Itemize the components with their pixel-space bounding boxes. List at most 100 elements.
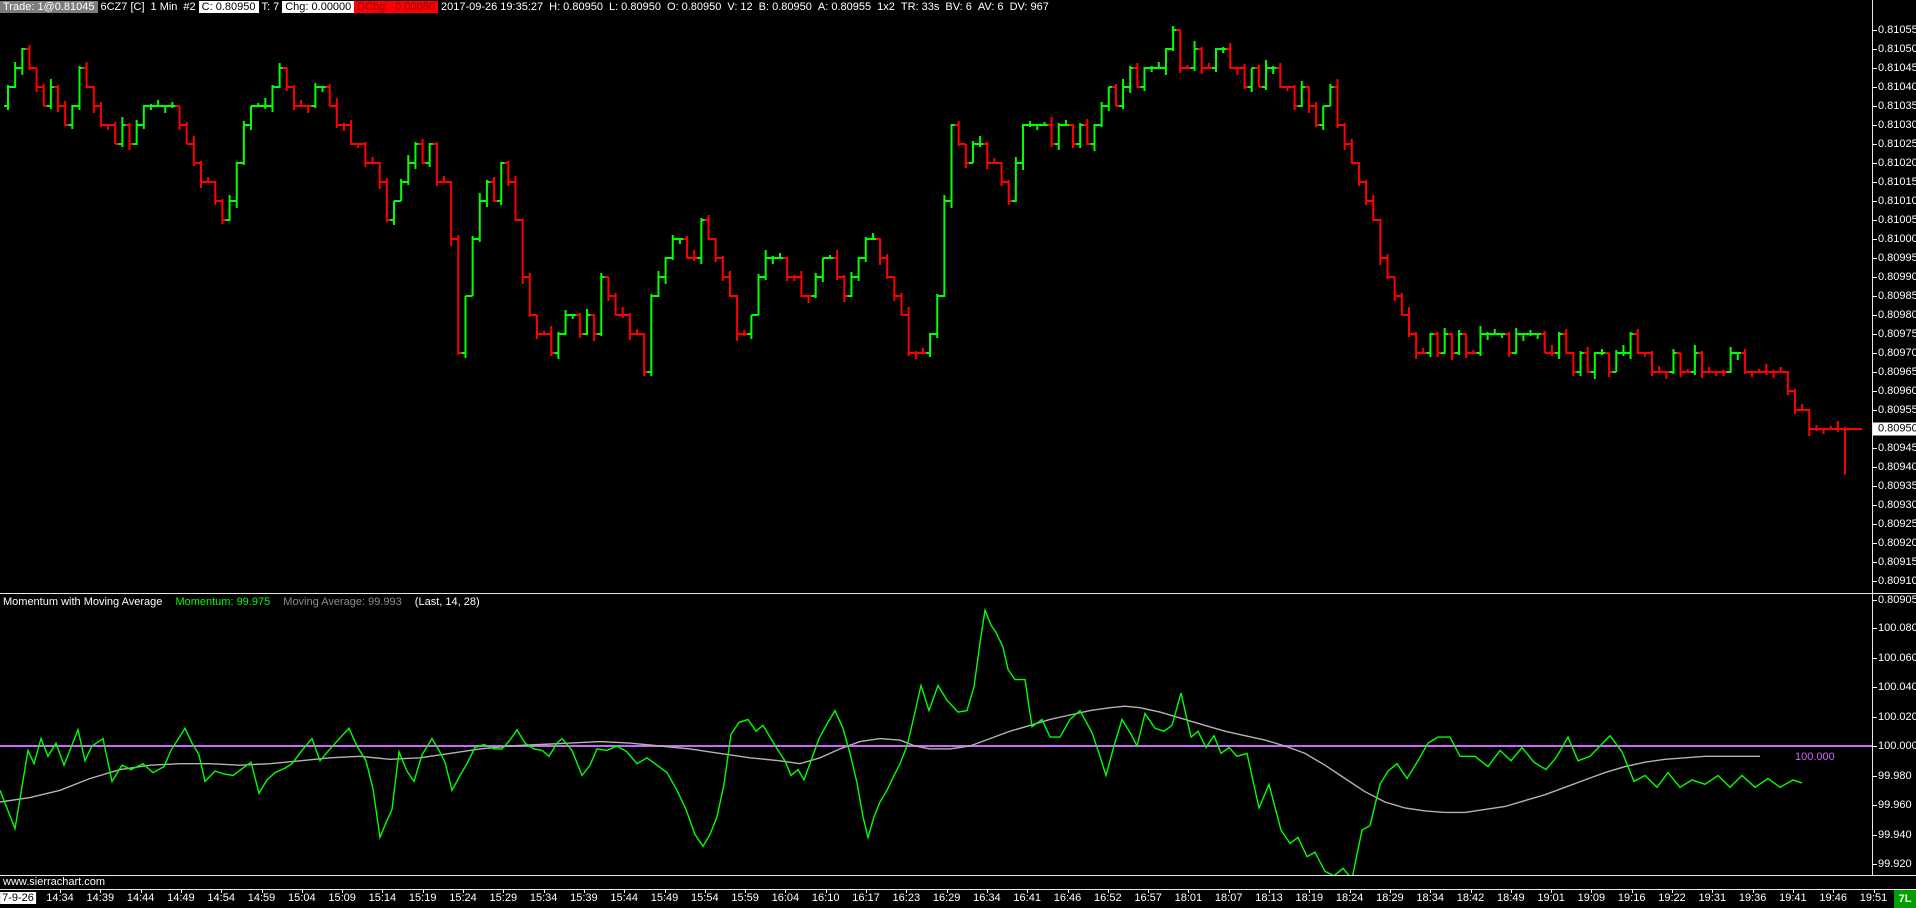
time-axis-tick (463, 890, 464, 893)
time-axis-tick (745, 890, 747, 893)
price-axis-label: 0.80945 (1878, 442, 1916, 454)
price-axis-label: 0.80975 (1878, 328, 1916, 340)
footer-divider (0, 875, 1916, 876)
time-axis-label: 18:29 (1376, 892, 1404, 904)
price-axis-label: 0.80970 (1878, 347, 1916, 359)
price-axis-tick (1873, 486, 1877, 487)
study-params: (Last, 14, 28) (414, 596, 480, 608)
time-axis-label: 15:34 (529, 892, 558, 904)
ask-value: A: 0.80955 (817, 0, 872, 13)
time-axis-label: 19:01 (1537, 892, 1565, 904)
momentum-axis-tick (1873, 864, 1877, 865)
time-axis-label: 14:54 (207, 892, 235, 904)
time-axis-label: 19:41 (1779, 892, 1807, 904)
time-axis-label: 14:49 (167, 892, 195, 904)
time-axis-tick (785, 890, 787, 893)
time-axis-tick (704, 890, 706, 893)
high-value: H: 0.80950 (549, 0, 603, 13)
time-axis-label: 19:46 (1819, 892, 1847, 904)
ask-vol-value: AV: 6 (977, 0, 1004, 13)
time-axis-tick (664, 890, 666, 893)
time-axis-label: 18:49 (1497, 892, 1525, 904)
momentum-axis-label: 99.960 (1878, 799, 1912, 811)
time-axis-tick (1631, 890, 1633, 893)
dchg-value: DChg: -0.00080 (354, 0, 438, 13)
time-axis-label: 15:29 (489, 892, 518, 904)
time-axis-label: 15:39 (570, 892, 598, 904)
time-axis-tick (1792, 890, 1794, 893)
time-axis-tick (503, 890, 505, 893)
time-axis-label: 18:24 (1335, 892, 1364, 904)
open-value: O: 0.80950 (666, 0, 722, 13)
price-chart-region[interactable] (0, 12, 1872, 593)
time-axis-tick (624, 890, 626, 893)
price-axis-tick (1873, 201, 1877, 202)
time-axis-label: 19:22 (1658, 892, 1686, 904)
time-axis-tick (342, 890, 344, 893)
time-axis-label: 16:46 (1053, 892, 1082, 904)
momentum-axis-label: 100.020 (1878, 710, 1916, 723)
momentum-axis-tick (1873, 687, 1877, 688)
price-axis-label: 0.80965 (1878, 366, 1916, 378)
time-axis-label: 19:16 (1617, 892, 1646, 904)
time-axis-tick (1591, 890, 1593, 893)
momentum-axis-label: 99.920 (1878, 858, 1912, 870)
price-axis-tick (1873, 277, 1877, 278)
time-axis-tick (543, 890, 545, 893)
last-price-highlight: 0.80950 (1873, 422, 1916, 436)
time-scale[interactable]: 7-9-26 14:34 14:39 14:44 14:49 14:54 14:59 15:… (0, 890, 1916, 908)
volume-value: V: 12 (727, 0, 753, 13)
price-axis-label: 0.81010 (1878, 195, 1916, 207)
price-axis-tick (1873, 562, 1877, 563)
time-axis-tick (1470, 890, 1472, 893)
price-axis-tick (1873, 467, 1877, 468)
time-axis-tick (1067, 890, 1069, 893)
study-name: Momentum with Moving Average (3, 596, 163, 608)
momentum-study-region[interactable] (0, 594, 1872, 875)
price-axis-label: 0.81055 (1878, 24, 1916, 36)
momentum-axis-tick (1873, 746, 1877, 747)
time-axis-tick (1228, 890, 1230, 893)
price-axis-label: 0.80995 (1878, 252, 1916, 264)
time-axis-label: 16:52 (1094, 892, 1122, 904)
time-axis-label: 18:01 (1174, 892, 1203, 904)
time-axis-label: 15:59 (731, 892, 759, 904)
time-axis-tick (422, 890, 424, 893)
price-axis-label: 0.80910 (1878, 575, 1916, 587)
time-axis-tick (261, 890, 263, 893)
price-axis-label: 0.80960 (1878, 385, 1916, 397)
alert-badge[interactable]: 7L (1894, 890, 1916, 908)
price-axis-label: 0.81030 (1878, 119, 1916, 131)
price-axis-label: 0.81005 (1878, 214, 1916, 226)
momentum-scale[interactable]: 100.080 100.060 100.040 100.020 100.000 99.98… (1873, 593, 1916, 875)
time-axis-tick (1873, 890, 1875, 893)
momentum-value-label: Momentum: 99.975 (175, 596, 271, 608)
price-axis-tick (1873, 315, 1877, 316)
time-axis-label: 16:29 (932, 892, 961, 904)
time-axis-tick (1430, 890, 1432, 893)
study-header[interactable]: Momentum with Moving Average Momentum: 9… (3, 596, 490, 608)
time-axis-tick (1712, 890, 1714, 893)
price-axis-tick (1873, 220, 1877, 221)
trade-status: Trade: 1@0.81045 (0, 0, 98, 13)
momentum-axis-tick (1873, 716, 1877, 718)
price-axis-tick (1873, 163, 1877, 164)
moving-average-line (0, 705, 1760, 814)
price-axis-tick (1873, 505, 1877, 506)
price-axis-tick (1873, 239, 1877, 240)
time-axis-tick (1188, 890, 1190, 893)
price-axis-tick (1873, 144, 1877, 145)
price-axis-tick (1873, 30, 1877, 31)
time-axis-tick (1752, 890, 1754, 893)
price-axis-label: 0.81020 (1878, 157, 1916, 169)
price-axis-tick (1873, 258, 1877, 259)
time-axis-tick (60, 890, 61, 893)
price-axis-tick (1873, 543, 1877, 544)
momentum-axis-tick (1873, 628, 1877, 629)
price-axis-tick (1873, 524, 1877, 525)
price-scale[interactable]: 0.81055 0.81050 0.81045 0.81040 0.81035 0.810… (1873, 0, 1916, 606)
time-axis-label: 15:54 (691, 892, 719, 904)
time-axis-tick (180, 890, 182, 893)
time-axis-tick (1309, 890, 1311, 893)
time-axis-label: 18:42 (1456, 892, 1485, 904)
